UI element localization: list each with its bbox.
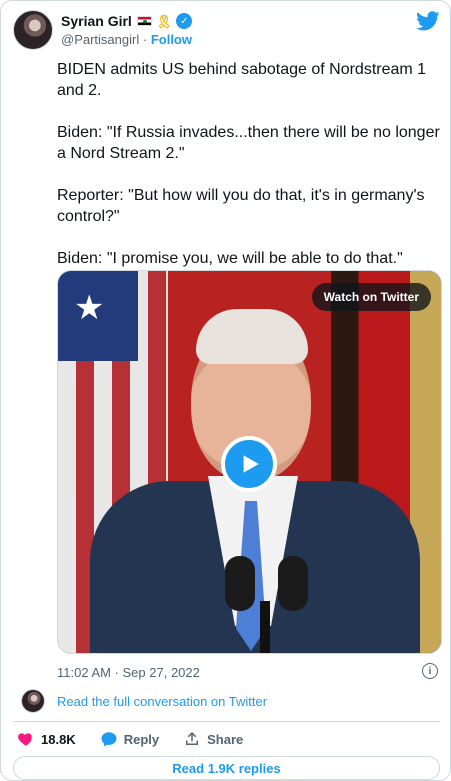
author-name-line[interactable]: Syrian Girl 🎗 ✓	[61, 13, 193, 29]
tweet-header: Syrian Girl 🎗 ✓ @Partisangirl · Follow	[13, 9, 440, 53]
share-action[interactable]: Share	[183, 730, 243, 748]
speaker-hair	[196, 309, 308, 364]
tweet-paragraph: Biden: "I promise you, we will be able t…	[57, 250, 403, 267]
share-icon	[183, 730, 201, 748]
reply-action[interactable]: Reply	[100, 730, 159, 748]
microphone-left	[225, 556, 255, 611]
author-handle-line: @Partisangirl · Follow	[61, 32, 192, 47]
tweet-timestamp[interactable]: 11:02 AM · Sep 27, 2022	[57, 665, 200, 680]
read-conversation-link[interactable]: Read the full conversation on Twitter	[57, 694, 267, 709]
star-icon: ★	[74, 289, 105, 327]
info-icon[interactable]: i	[422, 663, 438, 679]
heart-icon	[17, 730, 35, 748]
verified-badge-icon: ✓	[176, 13, 193, 29]
tweet-paragraph: BIDEN admits US behind sabotage of Nords…	[57, 61, 431, 99]
tweet-embed-card: Syrian Girl 🎗 ✓ @Partisangirl · Follow B…	[0, 0, 451, 781]
reply-bubble-icon	[100, 730, 118, 748]
tweet-paragraph: Biden: "If Russia invades...then there w…	[57, 124, 445, 162]
conversation-avatar	[21, 689, 45, 713]
tweet-paragraph: Reporter: "But how will you do that, it'…	[57, 187, 429, 225]
reply-label: Reply	[123, 731, 160, 747]
author-avatar[interactable]	[13, 10, 53, 50]
tweet-text: BIDEN admits US behind sabotage of Nords…	[57, 59, 441, 290]
twitter-bird-icon[interactable]	[416, 9, 440, 33]
divider	[13, 721, 440, 722]
like-count: 18.8K	[41, 731, 76, 747]
microphone-right	[278, 556, 308, 611]
video-thumbnail[interactable]: ★ Watch on Twitter	[57, 270, 442, 654]
syria-flag-icon	[136, 16, 152, 26]
play-icon	[243, 455, 259, 473]
microphone-stand	[260, 601, 270, 653]
ribbon-icon: 🎗	[155, 13, 173, 29]
action-bar: 18.8K Reply Share	[17, 729, 437, 749]
read-replies-button[interactable]: Read 1.9K replies	[13, 756, 440, 780]
follow-link[interactable]: Follow	[151, 32, 192, 47]
like-action[interactable]: 18.8K	[17, 730, 76, 748]
share-label: Share	[207, 731, 244, 747]
author-handle[interactable]: @Partisangirl	[61, 32, 139, 47]
conversation-row: Read the full conversation on Twitter	[21, 689, 441, 713]
play-button[interactable]	[221, 436, 277, 492]
author-display-name[interactable]: Syrian Girl	[61, 13, 132, 29]
watch-on-twitter-button[interactable]: Watch on Twitter	[311, 283, 431, 311]
handle-separator: ·	[142, 32, 148, 47]
